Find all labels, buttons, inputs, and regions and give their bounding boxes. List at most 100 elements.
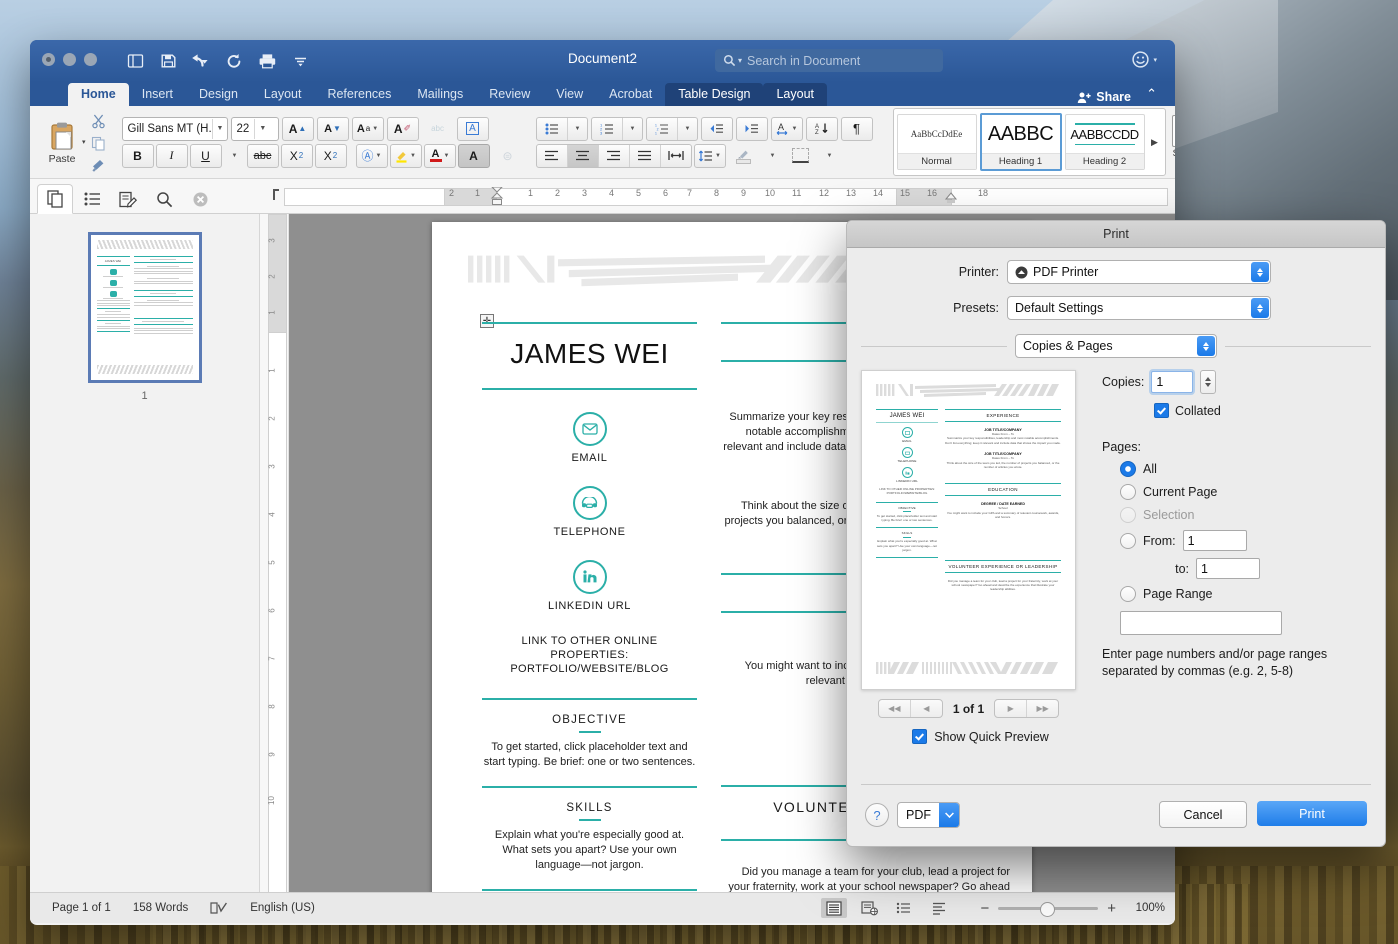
bullets-button[interactable] <box>537 118 568 140</box>
search-input[interactable]: ▾ Search in Document <box>715 49 943 72</box>
tab-table-design[interactable]: Table Design <box>665 83 763 106</box>
outline-view-button[interactable] <box>891 898 917 918</box>
customize-toolbar-icon[interactable] <box>285 47 315 75</box>
multilevel-list-button[interactable]: 121 <box>647 118 678 140</box>
section-select[interactable]: Copies & Pages <box>1015 334 1217 358</box>
undo-icon[interactable] <box>186 47 216 75</box>
decrease-indent-button[interactable] <box>701 117 733 141</box>
highlight-color-button[interactable]: ▼ <box>390 144 422 168</box>
styles-more-icon[interactable]: ▶ <box>1148 137 1162 148</box>
pages-range-radio[interactable] <box>1120 586 1136 602</box>
previous-page-button[interactable]: ◀ <box>911 700 942 717</box>
vertical-ruler[interactable]: 3 2 1 1 2 3 4 5 6 7 8 9 10 <box>260 214 289 892</box>
pages-from-input[interactable]: 1 <box>1183 530 1247 551</box>
borders-button[interactable] <box>785 144 817 168</box>
copy-icon[interactable] <box>88 133 110 153</box>
font-name-chevron-icon[interactable]: ▼ <box>212 119 226 139</box>
strikethrough-button[interactable]: abc <box>247 144 279 168</box>
nav-tab-outline[interactable] <box>75 185 109 213</box>
numbering-group[interactable]: 123 ▼ <box>591 117 643 141</box>
last-page-button[interactable]: ▶▶ <box>1027 700 1058 717</box>
zoom-in-button[interactable]: + <box>1107 900 1116 917</box>
printer-stepper-icon[interactable] <box>1251 262 1269 282</box>
share-button[interactable]: Share <box>1077 90 1131 104</box>
horizontal-ruler[interactable]: 2 1 1 2 3 4 5 6 7 8 9 10 11 12 13 14 15 … <box>266 179 1175 213</box>
style-heading-1[interactable]: AABBC Heading 1 <box>980 113 1062 171</box>
justify-button[interactable] <box>630 145 661 167</box>
zoom-slider[interactable] <box>998 907 1098 910</box>
borders-chevron-icon[interactable]: ▼ <box>819 144 840 168</box>
tab-mailings[interactable]: Mailings <box>404 83 476 106</box>
alignment-group[interactable] <box>536 144 692 168</box>
pages-current-row[interactable]: Current Page <box>1102 484 1371 500</box>
text-effects-gallery-button[interactable]: Ⓐ▼ <box>356 144 388 168</box>
bullets-group[interactable]: ▼ <box>536 117 588 141</box>
preview-navigation[interactable]: ◀◀ ◀ 1 of 1 ▶ ▶▶ <box>862 699 1075 718</box>
print-layout-icon[interactable] <box>120 47 150 75</box>
collapse-ribbon-icon[interactable]: ⌃ <box>1146 86 1157 102</box>
preview-back-group[interactable]: ◀◀ ◀ <box>878 699 943 718</box>
format-painter-icon[interactable] <box>88 155 110 175</box>
pages-to-input[interactable]: 1 <box>1196 558 1260 579</box>
presets-select[interactable]: Default Settings <box>1007 296 1271 320</box>
tab-acrobat[interactable]: Acrobat <box>596 83 665 106</box>
pdf-button[interactable]: PDF <box>897 802 960 828</box>
print-layout-view-button[interactable] <box>821 898 847 918</box>
word-count[interactable]: 158 Words <box>133 902 188 914</box>
collated-checkbox[interactable] <box>1154 403 1169 418</box>
subscript-button[interactable]: X2 <box>281 144 313 168</box>
align-right-button[interactable] <box>599 145 630 167</box>
tab-layout[interactable]: Layout <box>251 83 315 106</box>
grow-font-button[interactable]: A▲ <box>282 117 314 141</box>
shrink-font-button[interactable]: A▼ <box>317 117 349 141</box>
increase-indent-button[interactable] <box>736 117 768 141</box>
page-status[interactable]: Page 1 of 1 <box>52 902 111 914</box>
tab-table-layout[interactable]: Layout <box>763 83 827 106</box>
superscript-button[interactable]: X2 <box>315 144 347 168</box>
copies-input[interactable]: 1 <box>1151 371 1193 393</box>
tab-review[interactable]: Review <box>476 83 543 106</box>
style-normal[interactable]: AaBbCcDdEe Normal <box>897 114 977 170</box>
distribute-button[interactable] <box>661 145 691 167</box>
zoom-level[interactable]: 100% <box>1125 902 1165 914</box>
pages-from-radio[interactable] <box>1120 533 1136 549</box>
text-highlight-border-button[interactable]: A <box>457 117 489 141</box>
navigation-pane-tabs[interactable] <box>30 179 266 213</box>
pdf-chevron-icon[interactable] <box>939 803 959 827</box>
minimize-window-button[interactable] <box>63 53 76 66</box>
tab-references[interactable]: References <box>314 83 404 106</box>
quick-preview-row[interactable]: Show Quick Preview <box>888 729 1049 744</box>
quick-access-toolbar[interactable] <box>120 47 315 75</box>
align-left-button[interactable] <box>537 145 568 167</box>
underline-chevron-icon[interactable]: ▼ <box>224 144 245 168</box>
line-spacing-button[interactable]: ▼ <box>694 144 726 168</box>
show-formatting-marks-button[interactable]: ¶ <box>841 117 873 141</box>
text-direction-button[interactable]: A ▼ <box>771 117 803 141</box>
search-scope-chevron-icon[interactable]: ▾ <box>738 56 742 65</box>
pages-all-row[interactable]: All <box>1102 461 1371 477</box>
copies-stepper[interactable] <box>1200 370 1216 394</box>
numbering-button[interactable]: 123 <box>592 118 623 140</box>
collated-row[interactable]: Collated <box>1102 403 1371 418</box>
style-heading-2[interactable]: AABBCCDD Heading 2 <box>1065 114 1145 170</box>
section-stepper-icon[interactable] <box>1197 336 1215 356</box>
align-center-button[interactable] <box>568 145 599 167</box>
preview-forward-group[interactable]: ▶ ▶▶ <box>994 699 1059 718</box>
tab-design[interactable]: Design <box>186 83 251 106</box>
underline-button[interactable]: U <box>190 144 222 168</box>
pages-current-radio[interactable] <box>1120 484 1136 500</box>
quick-preview-checkbox[interactable] <box>912 729 927 744</box>
multilevel-group[interactable]: 121 ▼ <box>646 117 698 141</box>
character-shading-button[interactable]: A <box>458 144 490 168</box>
web-layout-view-button[interactable] <box>856 898 882 918</box>
numbering-chevron-icon[interactable]: ▼ <box>623 118 642 140</box>
right-indent-marker[interactable] <box>944 192 958 208</box>
redo-icon[interactable] <box>219 47 249 75</box>
save-icon[interactable] <box>153 47 183 75</box>
ribbon-tabs[interactable]: Home Insert Design Layout References Mai… <box>30 82 1175 106</box>
multilevel-chevron-icon[interactable]: ▼ <box>678 118 697 140</box>
shading-chevron-icon[interactable]: ▼ <box>762 144 783 168</box>
printer-select[interactable]: PDF Printer <box>1007 260 1271 284</box>
presets-stepper-icon[interactable] <box>1251 298 1269 318</box>
close-window-button[interactable] <box>42 53 55 66</box>
